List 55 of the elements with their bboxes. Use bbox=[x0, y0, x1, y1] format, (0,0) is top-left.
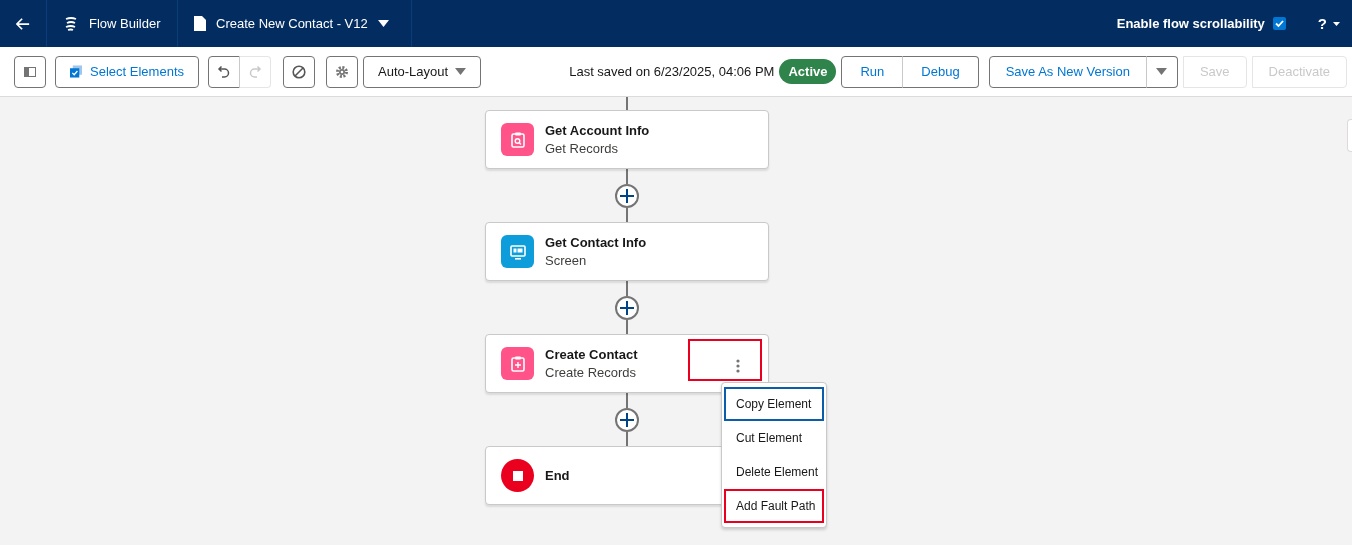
element-title: Create Contact bbox=[545, 347, 638, 362]
menu-item[interactable]: Copy Element bbox=[724, 387, 824, 421]
help-button[interactable]: ? bbox=[1317, 15, 1327, 32]
blocked-icon bbox=[292, 64, 306, 79]
layout-dropdown[interactable]: Auto-Layout bbox=[363, 55, 481, 88]
more-options-button[interactable] bbox=[1145, 55, 1178, 88]
element-type: Screen bbox=[545, 253, 588, 268]
plus-icon bbox=[620, 413, 634, 427]
action-button[interactable]: Run bbox=[841, 55, 904, 88]
flow-logo-icon bbox=[63, 15, 79, 32]
flow-element-card[interactable]: Get Contact Info Screen bbox=[485, 222, 769, 281]
settings-button[interactable] bbox=[326, 55, 358, 88]
flow-element-card[interactable]: Get Account Info Get Records bbox=[485, 110, 769, 169]
flow-element-card[interactable]: Create Contact Create Records bbox=[485, 334, 769, 393]
element-title: Get Account Info bbox=[545, 123, 650, 138]
redo-icon bbox=[248, 64, 262, 79]
clipboard-search-icon bbox=[501, 123, 534, 156]
add-element-button[interactable] bbox=[615, 408, 639, 432]
more-vertical-icon bbox=[736, 359, 740, 373]
add-element-button[interactable] bbox=[615, 184, 639, 208]
caret-down-icon[interactable] bbox=[1333, 21, 1340, 26]
scrollability-label: Enable flow scrollability bbox=[1116, 16, 1265, 31]
element-menu-button[interactable] bbox=[688, 339, 762, 381]
panel-handle[interactable] bbox=[1347, 119, 1352, 152]
monitor-icon bbox=[501, 235, 534, 268]
element-type: Create Records bbox=[545, 365, 638, 380]
element-title: End bbox=[545, 468, 570, 483]
document-icon bbox=[194, 16, 206, 31]
element-title: Get Contact Info bbox=[545, 235, 647, 250]
element-type: Get Records bbox=[545, 141, 619, 156]
status-badge: Active bbox=[779, 59, 837, 84]
toggle-panel-button[interactable] bbox=[14, 55, 46, 88]
stop-icon bbox=[501, 459, 534, 492]
caret-down-icon[interactable] bbox=[377, 20, 389, 27]
menu-item[interactable]: Add Fault Path bbox=[724, 489, 824, 523]
scrollability-checkbox[interactable] bbox=[1272, 17, 1286, 30]
stop-button[interactable] bbox=[283, 55, 315, 88]
flow-name[interactable]: Create New Contact - V12 bbox=[216, 16, 368, 31]
action-button[interactable]: Save As New Version bbox=[988, 55, 1147, 88]
action-button[interactable]: Debug bbox=[902, 55, 979, 88]
last-saved-text: Last saved on 6/23/2025, 04:06 PM bbox=[569, 64, 775, 79]
app-name: Flow Builder bbox=[89, 16, 161, 31]
select-elements-button[interactable]: Select Elements bbox=[55, 55, 199, 88]
undo-icon bbox=[217, 64, 231, 79]
settings-icon bbox=[335, 64, 349, 79]
undo-button[interactable] bbox=[208, 55, 240, 88]
plus-icon bbox=[620, 301, 634, 315]
panel-icon bbox=[24, 66, 36, 77]
back-icon[interactable] bbox=[16, 16, 30, 31]
select-icon bbox=[70, 65, 83, 78]
caret-down-icon bbox=[455, 68, 466, 75]
clipboard-plus-icon bbox=[501, 347, 534, 380]
caret-down-icon bbox=[1156, 68, 1168, 75]
plus-icon bbox=[620, 189, 634, 203]
add-element-button[interactable] bbox=[615, 296, 639, 320]
